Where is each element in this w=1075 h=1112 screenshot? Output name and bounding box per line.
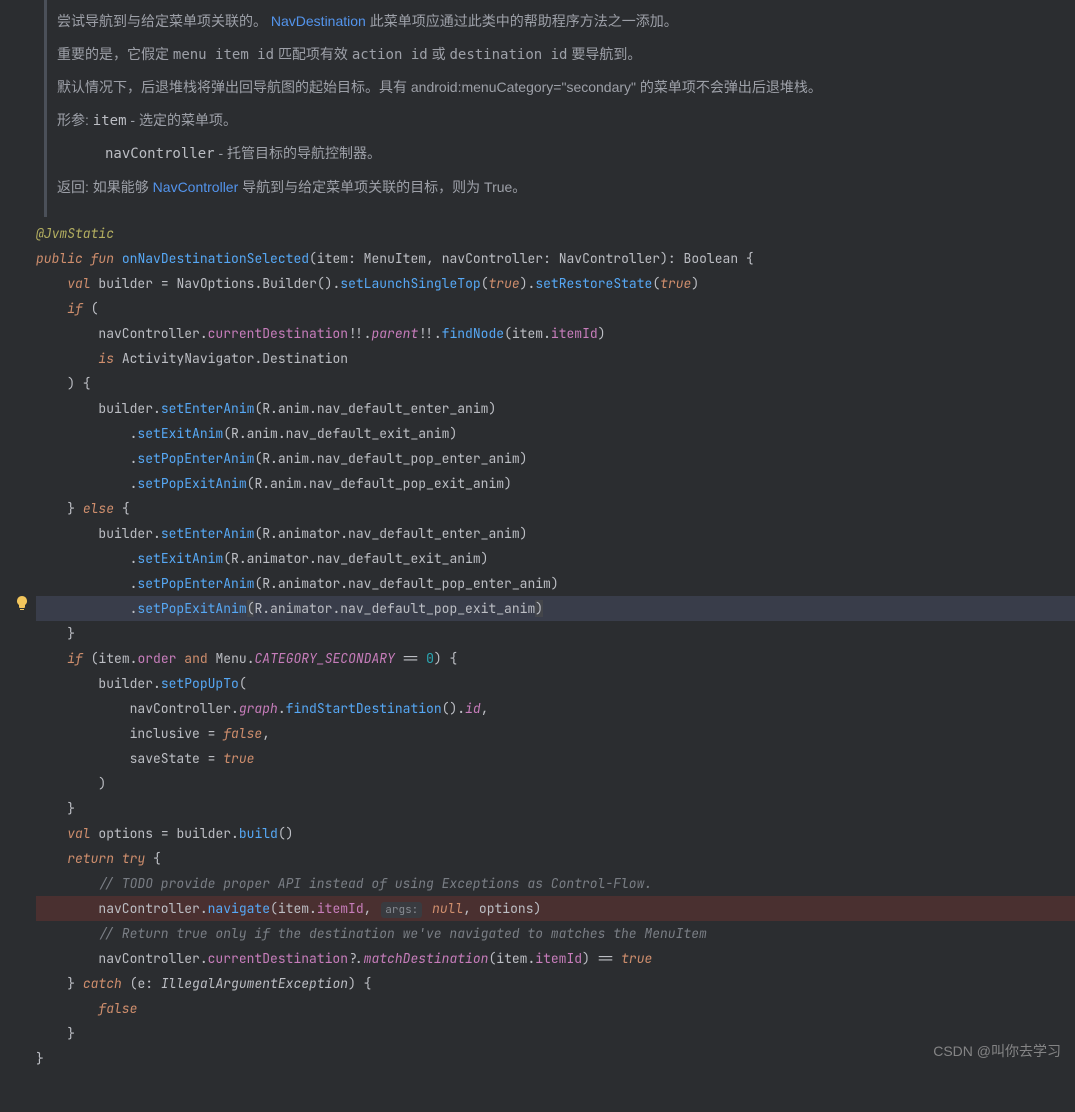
- code-editor[interactable]: @JvmStatic public fun onNavDestinationSe…: [0, 217, 1075, 1071]
- doc-paragraph: 尝试导航到与给定菜单项关联的。 NavDestination 此菜单项应通过此类…: [57, 8, 1065, 35]
- doc-params: navController - 托管目标的导航控制器。: [57, 140, 1065, 168]
- documentation-panel: 尝试导航到与给定菜单项关联的。 NavDestination 此菜单项应通过此类…: [44, 0, 1075, 217]
- doc-paragraph: 重要的是，它假定 menu item id 匹配项有效 action id 或 …: [57, 41, 1065, 69]
- inlay-hint: args:: [381, 902, 422, 918]
- lightbulb-icon[interactable]: [14, 595, 30, 611]
- doc-params: 形参: item - 选定的菜单项。: [57, 107, 1065, 135]
- nav-destination-link[interactable]: NavDestination: [271, 13, 366, 29]
- nav-controller-link[interactable]: NavController: [153, 179, 239, 195]
- vertical-scrollbar[interactable]: [1063, 217, 1075, 1071]
- watermark: CSDN @叫你去学习: [933, 1040, 1061, 1062]
- gutter: [0, 217, 8, 1071]
- doc-paragraph: 默认情况下，后退堆栈将弹出回导航图的起始目标。具有 android:menuCa…: [57, 74, 1065, 101]
- gutter-icons: [8, 217, 36, 1071]
- code-content[interactable]: @JvmStatic public fun onNavDestinationSe…: [36, 217, 1075, 1071]
- doc-return: 返回: 如果能够 NavController 导航到与给定菜单项关联的目标，则为…: [57, 174, 1065, 201]
